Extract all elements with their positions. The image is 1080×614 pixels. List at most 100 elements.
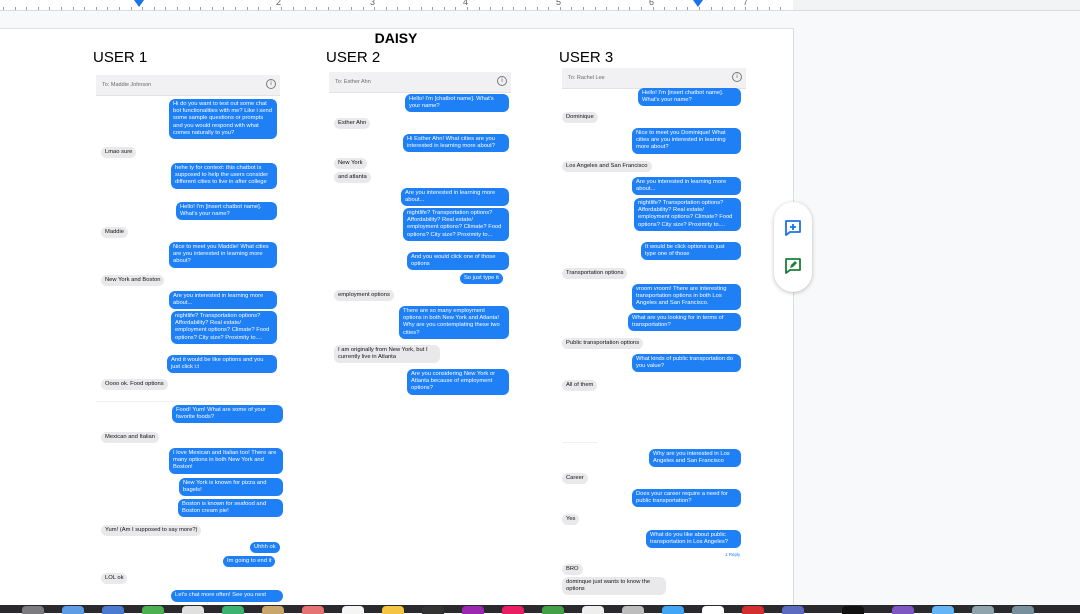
ruler-tick bbox=[629, 7, 630, 10]
ruler-tick bbox=[3, 7, 4, 10]
message-bubble: Let's chat more often! See you next bbox=[171, 590, 283, 602]
message-bubble: What are you looking for in terms of tra… bbox=[628, 313, 741, 332]
ruler-tick bbox=[386, 7, 387, 10]
message-bubble: What kinds of public transportation do y… bbox=[632, 354, 741, 373]
message-bubble: BRO bbox=[562, 564, 583, 576]
ruler-number: 5 bbox=[556, 0, 562, 7]
ruler-tick bbox=[676, 7, 677, 10]
chat-screenshot-user-1[interactable]: To: Maddie Johnson i Hi do you want to t… bbox=[96, 75, 283, 605]
ruler-tick bbox=[281, 7, 282, 10]
ruler-tick bbox=[467, 7, 468, 10]
message-bubble: Oooo ok. Food options bbox=[101, 379, 168, 391]
ruler-tick bbox=[351, 7, 352, 10]
chat-screenshot-user-3[interactable]: To: Rachel Lee i Hello! I'm [insert chat… bbox=[562, 68, 746, 605]
ruler-tick bbox=[722, 7, 723, 10]
ruler-tick bbox=[734, 7, 735, 10]
ruler-tick bbox=[200, 7, 201, 10]
message-bubble: Career bbox=[562, 473, 588, 485]
ruler-tick bbox=[131, 7, 132, 10]
message-bubble: Are you considering New York or Atlanta … bbox=[407, 369, 509, 395]
message-bubble: Los Angeles and San Francisco bbox=[562, 161, 652, 173]
ruler-tick bbox=[119, 7, 120, 10]
reply-count-link[interactable]: 1 Reply bbox=[725, 552, 740, 557]
ruler-tick bbox=[421, 7, 422, 10]
message-bubble: Uhhh ok bbox=[250, 542, 280, 554]
message-bubble: Why are you interested in Los Angeles an… bbox=[649, 449, 741, 468]
ruler-tick bbox=[745, 7, 746, 10]
message-bubble: Yum! (Am I supposed to say more?) bbox=[101, 525, 202, 537]
message-bubble: New York bbox=[334, 158, 367, 170]
ruler-tick bbox=[409, 7, 410, 10]
macos-dock bbox=[0, 605, 1080, 614]
ruler-tick bbox=[444, 7, 445, 10]
ruler-tick bbox=[189, 7, 190, 10]
ruler-tick bbox=[641, 7, 642, 10]
ruler-tick bbox=[258, 7, 259, 10]
message-bubble: and atlanta bbox=[334, 172, 371, 184]
right-indent-marker[interactable] bbox=[693, 0, 703, 7]
message-bubble: And you would click one of those options bbox=[407, 252, 509, 271]
ruler-tick bbox=[571, 7, 572, 10]
add-comment-icon bbox=[785, 220, 801, 236]
ruler-tick bbox=[339, 7, 340, 10]
ruler-tick bbox=[96, 7, 97, 10]
message-bubble: nightlife? Transportation options? Affor… bbox=[403, 208, 509, 241]
message-bubble: employment options bbox=[334, 290, 394, 302]
user-1-heading: USER 1 bbox=[93, 49, 148, 66]
ruler-tick bbox=[687, 7, 688, 10]
message-bubble: Are you interested in learning more abou… bbox=[632, 177, 741, 196]
message-bubble: Transportation options bbox=[562, 268, 628, 280]
workspace-gutter bbox=[793, 0, 1080, 11]
ruler-tick bbox=[165, 7, 166, 10]
ruler-tick bbox=[618, 7, 619, 10]
ruler-tick bbox=[769, 7, 770, 10]
ruler-tick bbox=[780, 7, 781, 10]
ruler-tick bbox=[502, 7, 503, 10]
left-indent-marker[interactable] bbox=[134, 0, 144, 7]
message-bubble: Nice to meet you Maddie! What cities are… bbox=[169, 242, 277, 268]
ruler-tick bbox=[583, 7, 584, 10]
message-bubble: Food! Yum! What are some of your favorit… bbox=[172, 405, 283, 424]
ruler-tick bbox=[142, 7, 143, 10]
message-bubble: LOL ok bbox=[101, 573, 128, 585]
chat-screenshot-user-2[interactable]: To: Esther Ahn i Hello! I'm [chatbot nam… bbox=[329, 72, 511, 402]
message-bubble: dominque just wants to know the options bbox=[562, 577, 666, 596]
message-bubble: Lmao sure bbox=[101, 147, 137, 159]
ruler-number: 6 bbox=[649, 0, 655, 7]
message-bubble: There are so many employment options in … bbox=[399, 306, 509, 339]
message-bubble: Boston is known for seafood and Boston c… bbox=[178, 499, 283, 518]
message-bubble: And it would be like options and you jus… bbox=[167, 355, 277, 374]
message-bubble: hehe ty for context: this chatbot is sup… bbox=[171, 163, 277, 189]
ruler-tick bbox=[26, 7, 27, 10]
chat-recipient: To: Maddie Johnson bbox=[102, 82, 152, 88]
message-bubble: nightlife? Transportation options? Affor… bbox=[634, 198, 741, 231]
message-bubble: Hello! I'm [chatbot name]. What's your n… bbox=[405, 94, 509, 113]
ruler-number: 3 bbox=[370, 0, 376, 7]
message-bubble: I love Mexican and Italian too! There ar… bbox=[169, 448, 283, 474]
message-bubble: All of them bbox=[562, 380, 598, 392]
add-comment-button[interactable] bbox=[783, 218, 803, 238]
ruler-tick bbox=[537, 7, 538, 10]
message-bubble: Yes bbox=[562, 514, 580, 526]
ruler-tick bbox=[316, 7, 317, 10]
ruler-tick bbox=[595, 7, 596, 10]
message-bubble: New York and Boston bbox=[101, 275, 165, 287]
message-bubble: Dominique bbox=[562, 112, 598, 124]
message-bubble: Im going to end it bbox=[223, 556, 276, 568]
message-bubble: Mexican and Italian bbox=[101, 432, 159, 444]
ruler-tick bbox=[757, 7, 758, 10]
ruler-tick bbox=[293, 7, 294, 10]
ruler-number: 7 bbox=[743, 0, 749, 7]
message-bubble: Esther Ahn bbox=[334, 118, 371, 130]
message-bubble: nightlife? Transportation options? Affor… bbox=[171, 311, 277, 344]
ruler-tick bbox=[328, 7, 329, 10]
ruler-number: 4 bbox=[463, 0, 469, 7]
suggest-edits-button[interactable] bbox=[783, 256, 803, 276]
side-action-panel bbox=[774, 202, 812, 292]
horizontal-ruler[interactable]: 2 3 4 5 6 7 bbox=[0, 0, 793, 11]
suggest-edit-icon bbox=[785, 258, 801, 274]
ruler-tick bbox=[606, 7, 607, 10]
info-icon: i bbox=[732, 72, 742, 82]
ruler-tick bbox=[653, 7, 654, 10]
ruler-tick bbox=[363, 7, 364, 10]
